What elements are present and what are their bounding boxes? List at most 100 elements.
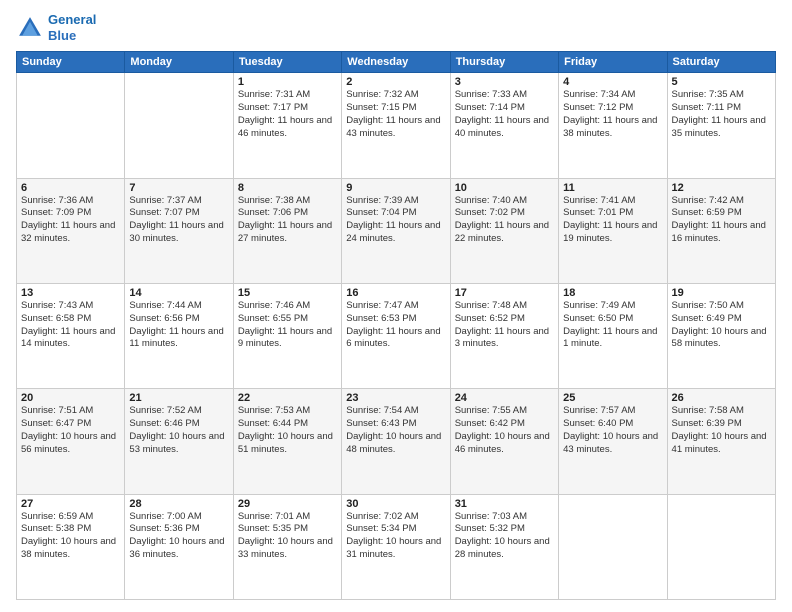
sunset-text: Sunset: 5:36 PM: [129, 523, 199, 534]
sunrise-text: Sunrise: 7:47 AM: [346, 300, 418, 311]
logo-icon: [16, 14, 44, 42]
sunset-text: Sunset: 7:07 PM: [129, 207, 199, 218]
calendar-cell: 18 Sunrise: 7:49 AM Sunset: 6:50 PM Dayl…: [559, 283, 667, 388]
calendar-cell: 7 Sunrise: 7:37 AM Sunset: 7:07 PM Dayli…: [125, 178, 233, 283]
calendar-cell: [125, 73, 233, 178]
calendar-cell: 12 Sunrise: 7:42 AM Sunset: 6:59 PM Dayl…: [667, 178, 775, 283]
day-number: 11: [563, 182, 662, 194]
calendar-cell: 26 Sunrise: 7:58 AM Sunset: 6:39 PM Dayl…: [667, 389, 775, 494]
sunrise-text: Sunrise: 7:39 AM: [346, 195, 418, 206]
sunrise-text: Sunrise: 7:34 AM: [563, 89, 635, 100]
calendar-cell: 19 Sunrise: 7:50 AM Sunset: 6:49 PM Dayl…: [667, 283, 775, 388]
daylight-text: Daylight: 11 hours and 46 minutes.: [238, 115, 332, 139]
sunset-text: Sunset: 7:02 PM: [455, 207, 525, 218]
calendar-header-wednesday: Wednesday: [342, 52, 450, 73]
sunset-text: Sunset: 7:09 PM: [21, 207, 91, 218]
calendar-header-sunday: Sunday: [17, 52, 125, 73]
day-info: Sunrise: 7:42 AM Sunset: 6:59 PM Dayligh…: [672, 195, 771, 246]
sunrise-text: Sunrise: 7:53 AM: [238, 405, 310, 416]
sunrise-text: Sunrise: 7:33 AM: [455, 89, 527, 100]
day-number: 9: [346, 182, 445, 194]
sunrise-text: Sunrise: 7:02 AM: [346, 511, 418, 522]
sunset-text: Sunset: 6:44 PM: [238, 418, 308, 429]
calendar-cell: 14 Sunrise: 7:44 AM Sunset: 6:56 PM Dayl…: [125, 283, 233, 388]
sunrise-text: Sunrise: 7:44 AM: [129, 300, 201, 311]
day-number: 12: [672, 182, 771, 194]
sunset-text: Sunset: 7:14 PM: [455, 102, 525, 113]
daylight-text: Daylight: 11 hours and 19 minutes.: [563, 220, 657, 244]
day-number: 27: [21, 498, 120, 510]
day-info: Sunrise: 7:36 AM Sunset: 7:09 PM Dayligh…: [21, 195, 120, 246]
day-number: 22: [238, 392, 337, 404]
calendar-cell: 21 Sunrise: 7:52 AM Sunset: 6:46 PM Dayl…: [125, 389, 233, 494]
daylight-text: Daylight: 11 hours and 9 minutes.: [238, 326, 332, 350]
sunrise-text: Sunrise: 7:38 AM: [238, 195, 310, 206]
day-info: Sunrise: 7:50 AM Sunset: 6:49 PM Dayligh…: [672, 300, 771, 351]
day-number: 24: [455, 392, 554, 404]
day-info: Sunrise: 7:53 AM Sunset: 6:44 PM Dayligh…: [238, 405, 337, 456]
calendar-week-row: 13 Sunrise: 7:43 AM Sunset: 6:58 PM Dayl…: [17, 283, 776, 388]
calendar-cell: 23 Sunrise: 7:54 AM Sunset: 6:43 PM Dayl…: [342, 389, 450, 494]
day-number: 25: [563, 392, 662, 404]
day-info: Sunrise: 7:44 AM Sunset: 6:56 PM Dayligh…: [129, 300, 228, 351]
daylight-text: Daylight: 10 hours and 41 minutes.: [672, 431, 767, 455]
sunrise-text: Sunrise: 7:37 AM: [129, 195, 201, 206]
calendar-cell: 3 Sunrise: 7:33 AM Sunset: 7:14 PM Dayli…: [450, 73, 558, 178]
calendar-cell: [559, 494, 667, 599]
calendar: SundayMondayTuesdayWednesdayThursdayFrid…: [16, 51, 776, 600]
sunrise-text: Sunrise: 7:40 AM: [455, 195, 527, 206]
calendar-header-tuesday: Tuesday: [233, 52, 341, 73]
sunset-text: Sunset: 6:40 PM: [563, 418, 633, 429]
calendar-header-saturday: Saturday: [667, 52, 775, 73]
calendar-cell: 6 Sunrise: 7:36 AM Sunset: 7:09 PM Dayli…: [17, 178, 125, 283]
sunrise-text: Sunrise: 7:50 AM: [672, 300, 744, 311]
calendar-week-row: 27 Sunrise: 6:59 AM Sunset: 5:38 PM Dayl…: [17, 494, 776, 599]
daylight-text: Daylight: 10 hours and 38 minutes.: [21, 536, 116, 560]
sunset-text: Sunset: 7:15 PM: [346, 102, 416, 113]
daylight-text: Daylight: 11 hours and 32 minutes.: [21, 220, 115, 244]
sunset-text: Sunset: 6:47 PM: [21, 418, 91, 429]
day-info: Sunrise: 7:37 AM Sunset: 7:07 PM Dayligh…: [129, 195, 228, 246]
sunset-text: Sunset: 7:04 PM: [346, 207, 416, 218]
day-info: Sunrise: 6:59 AM Sunset: 5:38 PM Dayligh…: [21, 511, 120, 562]
sunrise-text: Sunrise: 7:31 AM: [238, 89, 310, 100]
calendar-cell: 30 Sunrise: 7:02 AM Sunset: 5:34 PM Dayl…: [342, 494, 450, 599]
sunrise-text: Sunrise: 7:52 AM: [129, 405, 201, 416]
sunset-text: Sunset: 6:43 PM: [346, 418, 416, 429]
calendar-cell: 24 Sunrise: 7:55 AM Sunset: 6:42 PM Dayl…: [450, 389, 558, 494]
daylight-text: Daylight: 10 hours and 43 minutes.: [563, 431, 658, 455]
day-info: Sunrise: 7:55 AM Sunset: 6:42 PM Dayligh…: [455, 405, 554, 456]
calendar-cell: 10 Sunrise: 7:40 AM Sunset: 7:02 PM Dayl…: [450, 178, 558, 283]
day-info: Sunrise: 7:48 AM Sunset: 6:52 PM Dayligh…: [455, 300, 554, 351]
calendar-cell: [17, 73, 125, 178]
sunrise-text: Sunrise: 7:46 AM: [238, 300, 310, 311]
day-info: Sunrise: 7:46 AM Sunset: 6:55 PM Dayligh…: [238, 300, 337, 351]
day-number: 8: [238, 182, 337, 194]
day-number: 7: [129, 182, 228, 194]
sunset-text: Sunset: 6:52 PM: [455, 313, 525, 324]
daylight-text: Daylight: 11 hours and 6 minutes.: [346, 326, 440, 350]
daylight-text: Daylight: 10 hours and 31 minutes.: [346, 536, 441, 560]
day-number: 2: [346, 76, 445, 88]
sunrise-text: Sunrise: 7:48 AM: [455, 300, 527, 311]
sunrise-text: Sunrise: 7:57 AM: [563, 405, 635, 416]
sunrise-text: Sunrise: 7:35 AM: [672, 89, 744, 100]
sunrise-text: Sunrise: 7:54 AM: [346, 405, 418, 416]
day-number: 21: [129, 392, 228, 404]
sunset-text: Sunset: 6:55 PM: [238, 313, 308, 324]
sunrise-text: Sunrise: 7:58 AM: [672, 405, 744, 416]
logo: General Blue: [16, 12, 96, 43]
sunrise-text: Sunrise: 7:32 AM: [346, 89, 418, 100]
daylight-text: Daylight: 10 hours and 53 minutes.: [129, 431, 224, 455]
day-info: Sunrise: 7:35 AM Sunset: 7:11 PM Dayligh…: [672, 89, 771, 140]
calendar-cell: 5 Sunrise: 7:35 AM Sunset: 7:11 PM Dayli…: [667, 73, 775, 178]
daylight-text: Daylight: 11 hours and 14 minutes.: [21, 326, 115, 350]
daylight-text: Daylight: 10 hours and 36 minutes.: [129, 536, 224, 560]
day-number: 18: [563, 287, 662, 299]
sunrise-text: Sunrise: 7:36 AM: [21, 195, 93, 206]
daylight-text: Daylight: 10 hours and 58 minutes.: [672, 326, 767, 350]
sunset-text: Sunset: 7:17 PM: [238, 102, 308, 113]
sunrise-text: Sunrise: 7:43 AM: [21, 300, 93, 311]
calendar-cell: 8 Sunrise: 7:38 AM Sunset: 7:06 PM Dayli…: [233, 178, 341, 283]
sunset-text: Sunset: 7:01 PM: [563, 207, 633, 218]
